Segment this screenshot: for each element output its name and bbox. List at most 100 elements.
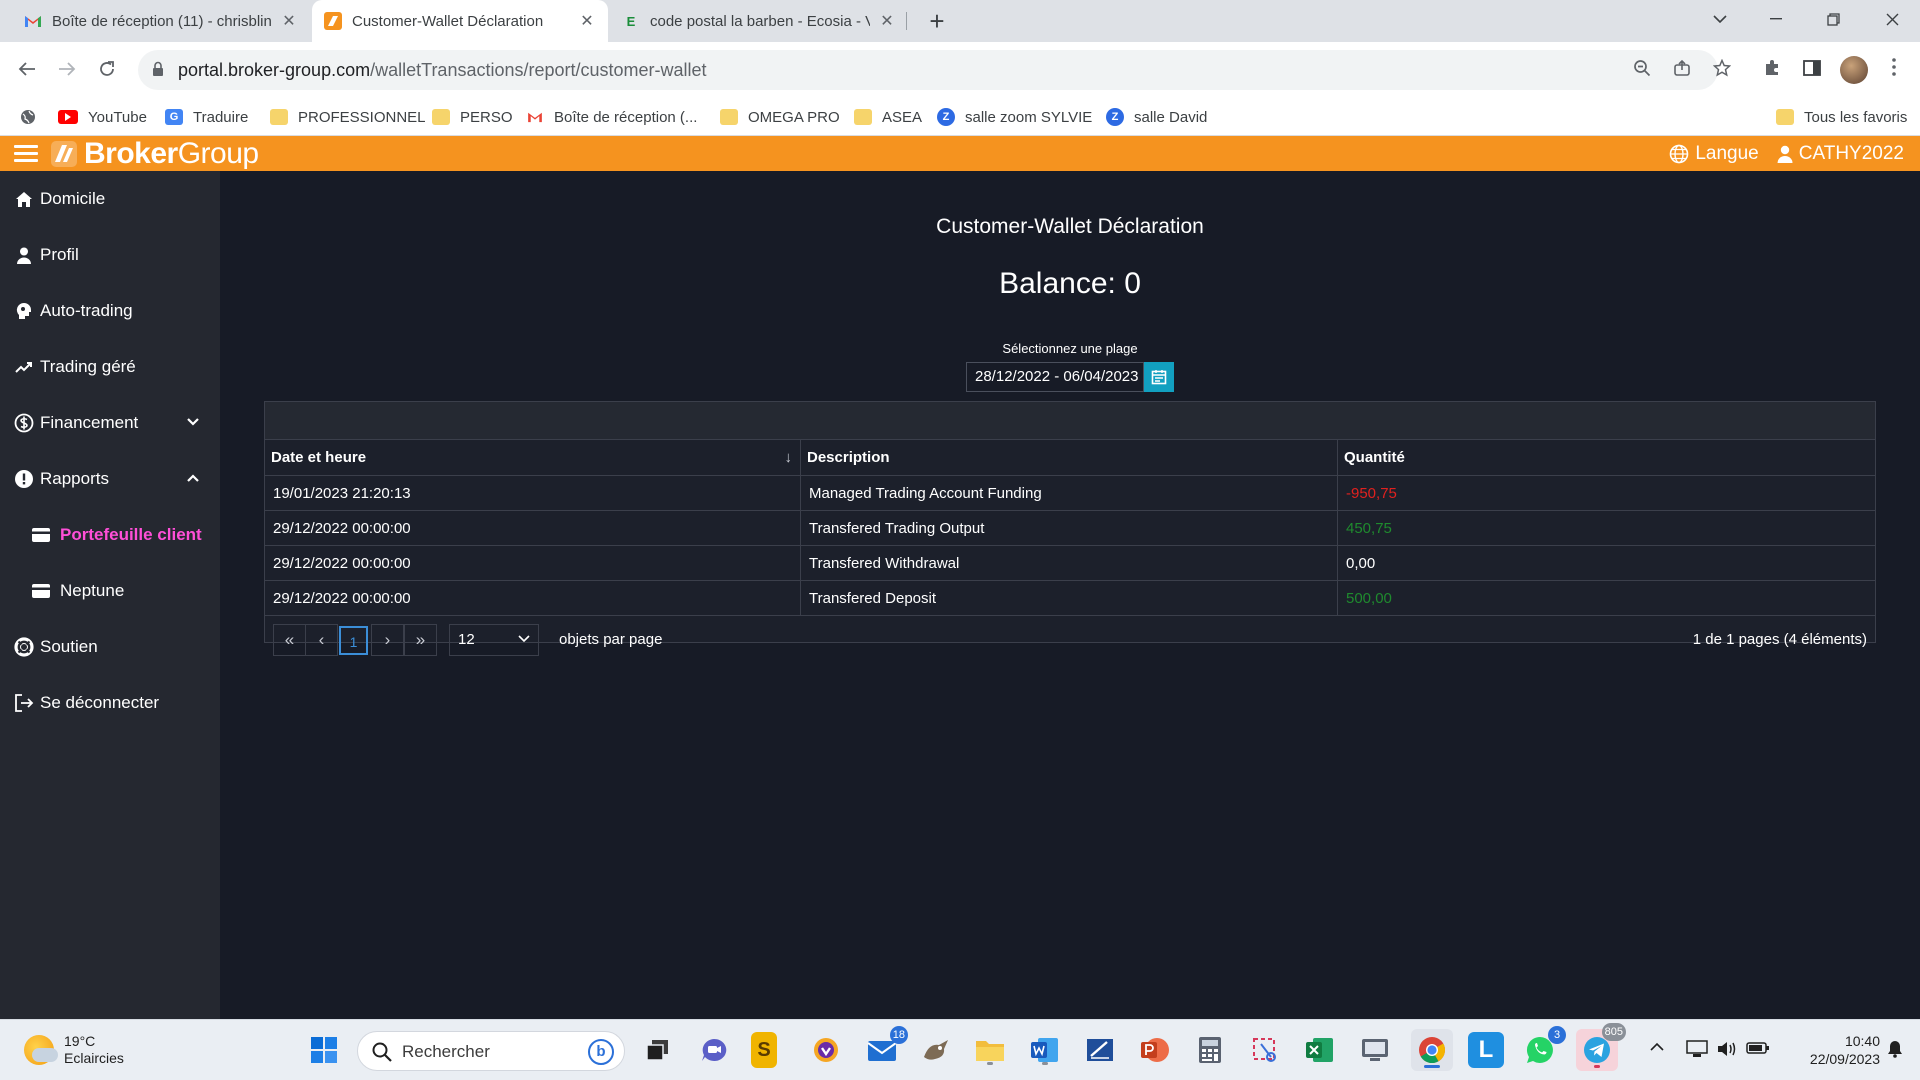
last-page-button[interactable]: » — [404, 624, 437, 656]
user-menu[interactable]: CATHY2022 — [1777, 143, 1904, 165]
column-header-description[interactable]: Description — [801, 440, 1338, 476]
bookmark-asea[interactable]: ASEA — [854, 98, 922, 136]
next-page-button[interactable]: › — [371, 624, 404, 656]
bookmark-salle-david[interactable]: Z salle David — [1106, 98, 1207, 136]
gimp-icon[interactable] — [918, 1032, 954, 1068]
close-icon[interactable]: ✕ — [578, 11, 596, 31]
tab-search-chevron-icon[interactable] — [1692, 0, 1748, 38]
weather-widget[interactable]: 19°C Eclaircies — [24, 1030, 124, 1070]
telegram-icon[interactable]: 805 — [1576, 1023, 1626, 1071]
current-page-button[interactable]: 1 — [339, 626, 368, 655]
browser-toolbar: portal.broker-group.com/walletTransactio… — [0, 42, 1920, 98]
mail-app-icon[interactable]: 18 — [864, 1026, 908, 1068]
sidebar-item-soutien[interactable]: Soutien — [0, 619, 220, 675]
whatsapp-icon[interactable]: 3 — [1522, 1026, 1566, 1068]
close-icon[interactable]: ✕ — [280, 11, 298, 31]
language-selector[interactable]: Langue — [1669, 143, 1759, 165]
sidebar-item-trading-gere[interactable]: Trading géré — [0, 339, 220, 395]
lock-icon[interactable] — [152, 61, 164, 77]
bookmark-star-icon[interactable] — [1710, 58, 1734, 83]
word-icon[interactable] — [1027, 1032, 1063, 1068]
windows-start-icon[interactable] — [306, 1032, 342, 1068]
sidebar-item-portefeuille-client[interactable]: Portefeuille client — [0, 507, 220, 563]
forward-button[interactable] — [52, 54, 82, 84]
notification-icon[interactable] — [1886, 1040, 1904, 1063]
prev-page-button[interactable]: ‹ — [305, 624, 338, 656]
column-header-date[interactable]: Date et heure ↓ — [265, 440, 801, 476]
sidebar-item-rapports[interactable]: Rapports — [0, 451, 220, 507]
cell-description: Managed Trading Account Funding — [801, 476, 1338, 511]
bookmark-omega-pro[interactable]: OMEGA PRO — [720, 98, 840, 136]
tab-customer-wallet[interactable]: Customer-Wallet Déclaration ✕ — [312, 0, 608, 42]
new-tab-button[interactable]: + — [922, 6, 952, 36]
taskbar-clock[interactable]: 10:40 22/09/2023 — [1780, 1032, 1880, 1068]
powerpoint-icon[interactable] — [1137, 1032, 1173, 1068]
first-page-button[interactable]: « — [273, 624, 306, 656]
close-icon[interactable]: ✕ — [878, 11, 896, 31]
tray-overflow-chevron-icon[interactable] — [1650, 1038, 1664, 1056]
minimize-button[interactable] — [1748, 0, 1804, 38]
vpn-app-icon[interactable] — [808, 1032, 844, 1068]
share-icon[interactable] — [1670, 59, 1694, 83]
bookmark-professionnel[interactable]: PROFESSIONNEL — [270, 98, 426, 136]
remote-desktop-icon[interactable] — [1357, 1032, 1393, 1068]
chevron-down-icon[interactable] — [186, 415, 200, 429]
volume-icon[interactable] — [1716, 1040, 1738, 1063]
sort-down-icon[interactable]: ↓ — [785, 440, 793, 476]
whiteboard-icon[interactable] — [1082, 1032, 1118, 1068]
bookmark-gmail[interactable]: Boîte de réception (... — [526, 98, 697, 136]
task-view-icon[interactable] — [640, 1032, 676, 1068]
column-header-quantity[interactable]: Quantité — [1338, 440, 1875, 476]
sidebar-item-neptune[interactable]: Neptune — [0, 563, 220, 619]
address-bar[interactable]: portal.broker-group.com/walletTransactio… — [138, 50, 1718, 90]
lifebuoy-icon — [14, 637, 34, 657]
sidebar-item-domicile[interactable]: Domicile — [0, 171, 220, 227]
bookmark-traduire[interactable]: G Traduire — [165, 98, 248, 136]
snipping-tool-icon[interactable] — [1247, 1032, 1283, 1068]
side-panel-icon[interactable] — [1798, 56, 1826, 84]
calculator-icon[interactable] — [1192, 1032, 1228, 1068]
close-window-button[interactable] — [1864, 0, 1920, 38]
teams-chat-icon[interactable] — [696, 1032, 732, 1068]
taskbar-search[interactable]: Rechercher b — [357, 1031, 625, 1071]
sidebar-item-profil[interactable]: Profil — [0, 227, 220, 283]
sidebar: Domicile Profil Auto-trading Trading gér… — [0, 171, 220, 1019]
reload-button[interactable] — [92, 54, 122, 84]
sidebar-item-se-deconnecter[interactable]: Se déconnecter — [0, 675, 220, 731]
app-header: BrokerGroup Langue CATHY2022 — [0, 136, 1920, 171]
bookmark-all-favorites[interactable]: Tous les favoris — [1776, 98, 1907, 136]
file-explorer-icon[interactable] — [972, 1032, 1008, 1068]
globe-icon[interactable] — [20, 98, 36, 136]
profile-avatar[interactable] — [1840, 56, 1868, 84]
table-row[interactable]: 29/12/2022 00:00:00 Transfered Trading O… — [265, 511, 1875, 546]
bookmark-salle-zoom-sylvie[interactable]: Z salle zoom SYLVIE — [937, 98, 1092, 136]
table-row[interactable]: 29/12/2022 00:00:00 Transfered Deposit 5… — [265, 581, 1875, 616]
excel-icon[interactable] — [1302, 1032, 1338, 1068]
brokergroup-logo[interactable]: BrokerGroup — [50, 137, 259, 170]
bookmark-perso[interactable]: PERSO — [432, 98, 513, 136]
notes-app-icon[interactable]: S — [751, 1032, 777, 1068]
extensions-icon[interactable] — [1758, 56, 1786, 84]
chevron-up-icon[interactable] — [186, 471, 200, 485]
table-row[interactable]: 29/12/2022 00:00:00 Transfered Withdrawa… — [265, 546, 1875, 581]
bookmark-youtube[interactable]: YouTube — [58, 98, 147, 136]
bing-icon[interactable]: b — [588, 1039, 614, 1065]
sidebar-item-financement[interactable]: Financement — [0, 395, 220, 451]
sidebar-item-auto-trading[interactable]: Auto-trading — [0, 283, 220, 339]
tab-ecosia[interactable]: E code postal la barben - Ecosia - V ✕ — [610, 0, 908, 42]
network-icon[interactable] — [1686, 1040, 1708, 1063]
url-host: portal.broker-group.com — [178, 60, 371, 80]
tab-gmail[interactable]: Boîte de réception (11) - chrisblin ✕ — [12, 0, 310, 42]
menu-dots-icon[interactable] — [1880, 56, 1908, 84]
back-button[interactable] — [12, 54, 42, 84]
l-app-icon[interactable]: L — [1468, 1032, 1504, 1068]
table-row[interactable]: 19/01/2023 21:20:13 Managed Trading Acco… — [265, 476, 1875, 511]
chrome-icon[interactable] — [1411, 1029, 1453, 1071]
zoom-icon[interactable] — [1630, 59, 1654, 83]
hamburger-menu-icon[interactable] — [14, 145, 38, 163]
battery-icon[interactable] — [1746, 1040, 1770, 1061]
date-range-input[interactable]: 28/12/2022 - 06/04/2023 — [966, 362, 1144, 392]
calendar-button[interactable] — [1144, 362, 1174, 392]
restore-button[interactable] — [1805, 0, 1861, 38]
page-size-select[interactable]: 12 — [449, 624, 539, 656]
